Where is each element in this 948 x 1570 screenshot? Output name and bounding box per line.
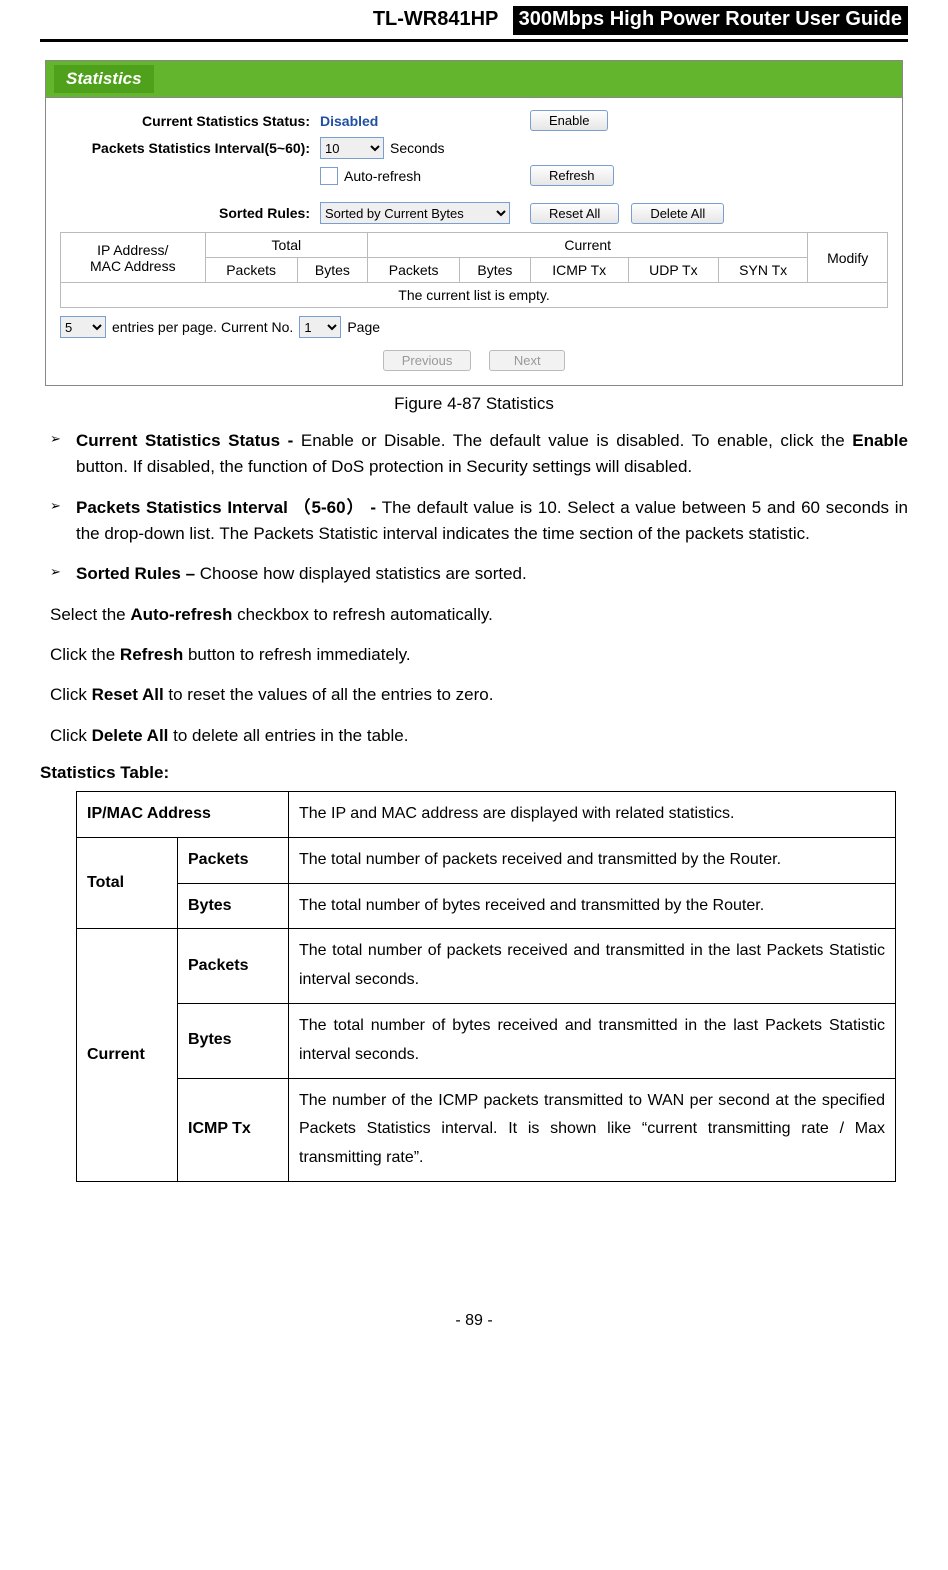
figure-caption: Figure 4-87 Statistics [40,394,908,414]
pager: 5 entries per page. Current No. 1 Page [60,316,888,338]
bullet-status: Current Statistics Status - Enable or Di… [50,428,908,481]
col-cur-udp: UDP Tx [628,258,718,283]
stats-description-table: IP/MAC Address The IP and MAC address ar… [76,791,896,1182]
reset-all-button[interactable]: Reset All [530,203,619,224]
statistics-panel: Statistics Current Statistics Status: Di… [45,60,903,386]
status-label: Current Statistics Status: [60,113,320,129]
stats-table: IP Address/ MAC Address Total Current Mo… [60,232,888,308]
col-ipmac: IP Address/ MAC Address [61,233,206,283]
previous-button[interactable]: Previous [383,350,472,371]
panel-header: Statistics [46,61,902,98]
page-header: TL-WR841HP 300Mbps High Power Router Use… [40,0,908,42]
col-current: Current [368,233,808,258]
model-number: TL-WR841HP [373,8,499,30]
col-total: Total [205,233,368,258]
col-modify: Modify [808,233,888,283]
autorefresh-label: Auto-refresh [344,168,421,184]
col-cur-bytes: Bytes [460,258,530,283]
delete-all-button[interactable]: Delete All [631,203,724,224]
panel-title: Statistics [54,65,154,93]
entries-select[interactable]: 5 [60,316,106,338]
col-cur-syn: SYN Tx [718,258,807,283]
autorefresh-checkbox[interactable] [320,167,338,185]
status-value: Disabled [320,113,378,129]
bullet-sorted: Sorted Rules – Choose how displayed stat… [50,561,908,587]
interval-select[interactable]: 10 [320,137,384,159]
description-list: Current Statistics Status - Enable or Di… [40,428,908,588]
page-select[interactable]: 1 [299,316,341,338]
col-cur-icmp: ICMP Tx [530,258,628,283]
sorted-select[interactable]: Sorted by Current Bytes [320,202,510,224]
col-total-packets: Packets [205,258,297,283]
stats-table-heading: Statistics Table: [40,763,908,783]
page-label: Page [347,319,380,335]
refresh-button[interactable]: Refresh [530,165,614,186]
para-autorefresh: Select the Auto-refresh checkbox to refr… [40,602,908,628]
interval-label: Packets Statistics Interval(5~60): [60,140,320,156]
sorted-label: Sorted Rules: [60,205,320,221]
enable-button[interactable]: Enable [530,110,608,131]
entries-label: entries per page. Current No. [112,319,293,335]
seconds-label: Seconds [390,140,444,156]
bullet-interval: Packets Statistics Interval （5-60） - The… [50,495,908,548]
para-deleteall: Click Delete All to delete all entries i… [40,723,908,749]
page-number: - 89 - [40,1312,908,1330]
col-total-bytes: Bytes [297,258,367,283]
next-button[interactable]: Next [489,350,565,371]
para-resetall: Click Reset All to reset the values of a… [40,682,908,708]
col-cur-packets: Packets [368,258,460,283]
para-refresh: Click the Refresh button to refresh imme… [40,642,908,668]
empty-row: The current list is empty. [61,283,888,308]
guide-title: 300Mbps High Power Router User Guide [513,6,908,35]
